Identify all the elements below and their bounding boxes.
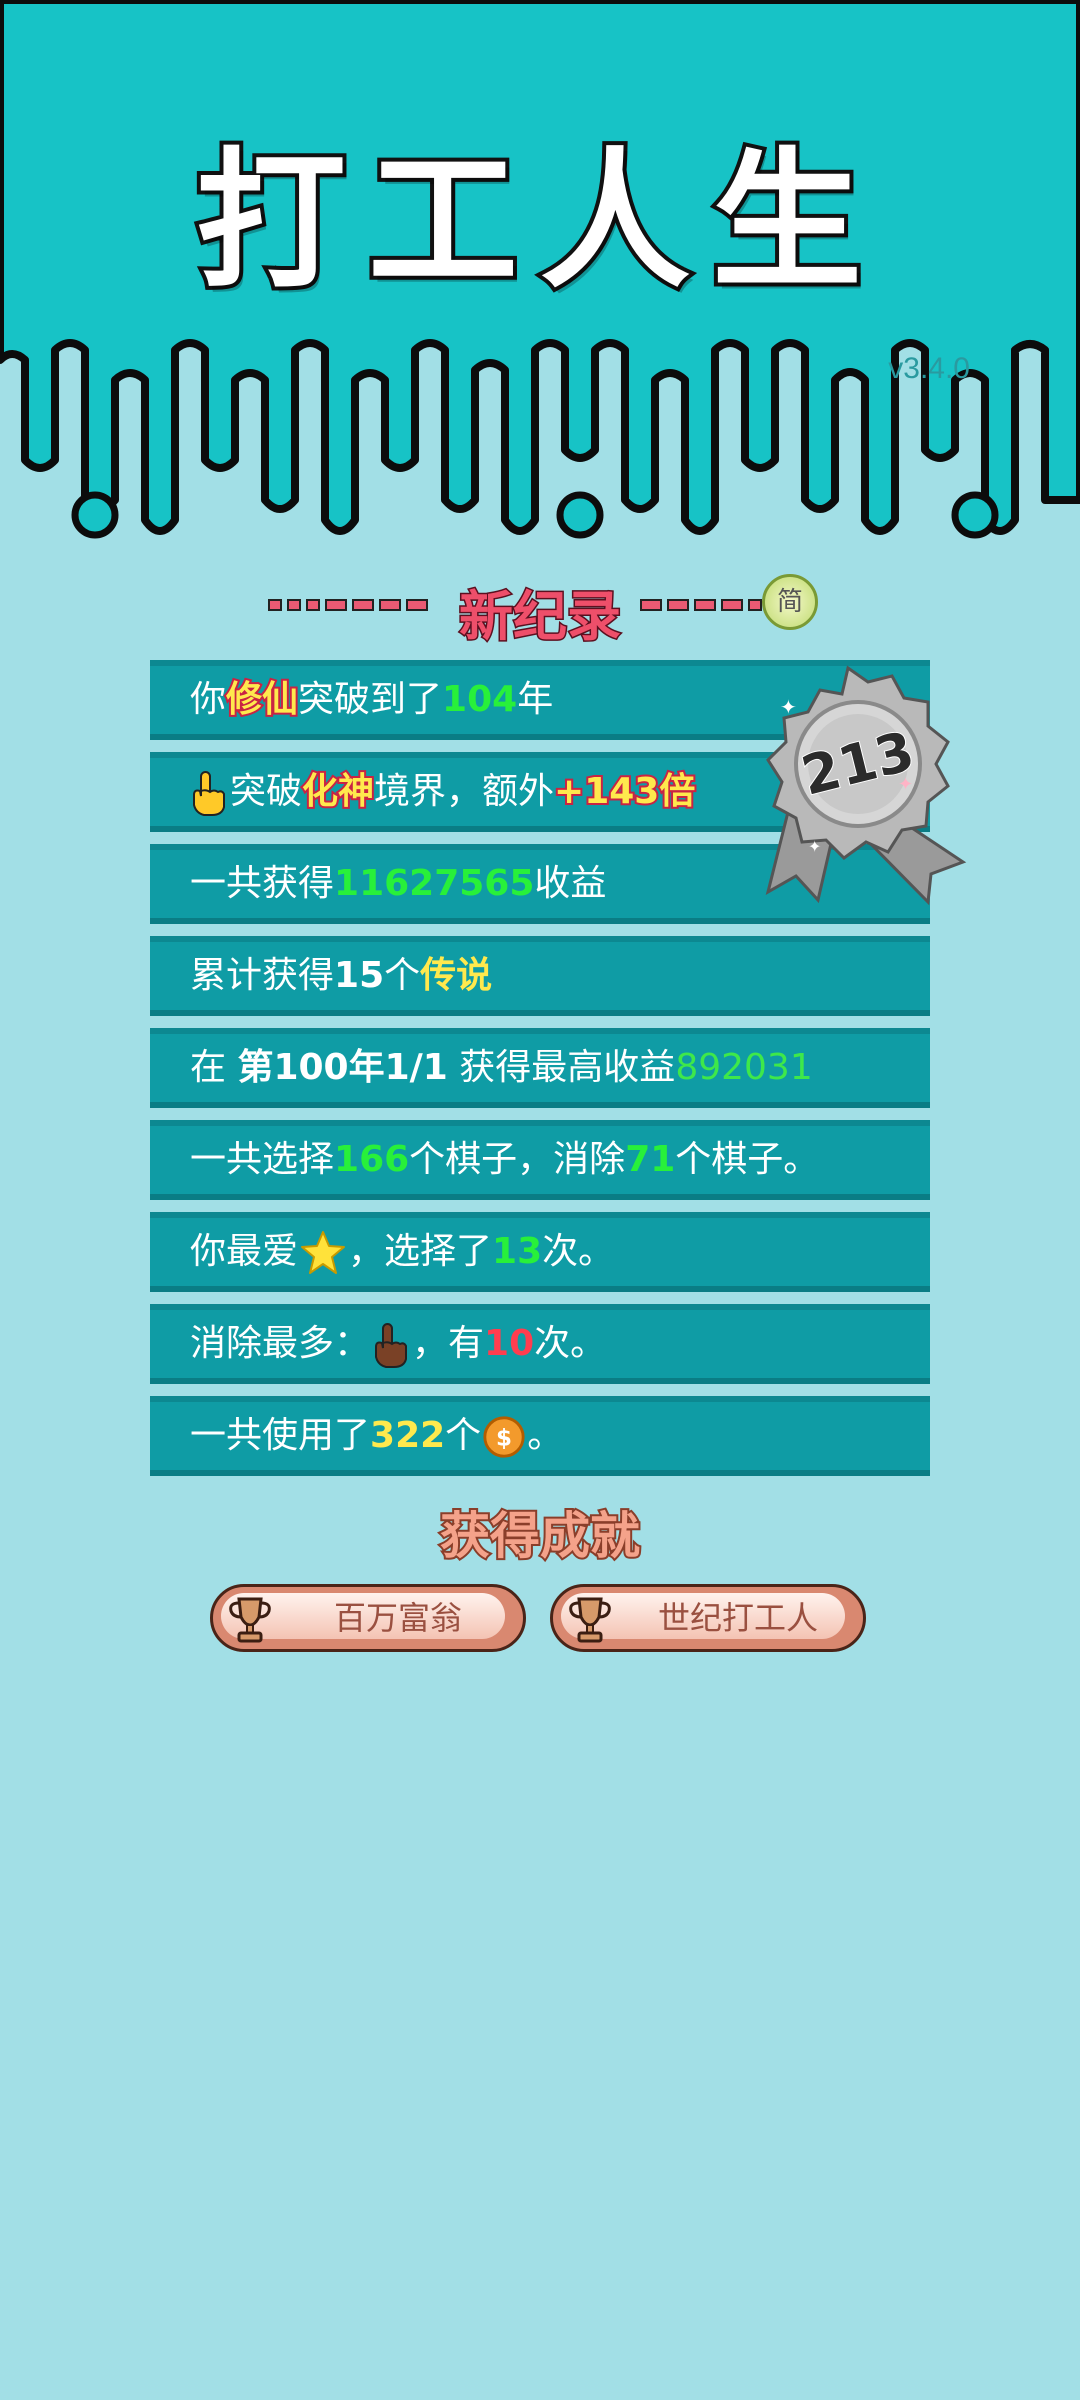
stat-row-pieces: 一共选择166个棋子，消除71个棋子。	[150, 1120, 930, 1200]
stat-text: 收益	[534, 863, 607, 904]
stat-row-favorite: 你最爱 ，选择了13次。	[150, 1212, 930, 1292]
stat-text: 个	[445, 1415, 482, 1456]
rank-rosette-badge: 213 ✦ ✦ ✦	[765, 665, 967, 906]
cultivation-tag: 修仙	[224, 677, 300, 722]
stat-text: ，有	[412, 1323, 485, 1364]
coins-used-value: 322	[370, 1415, 446, 1456]
pointing-hand-icon	[193, 771, 225, 816]
highest-income-value: 892031	[675, 1047, 813, 1088]
stat-text: 年	[517, 679, 554, 720]
selected-pieces-value: 166	[334, 1139, 410, 1180]
stat-text: 个棋子，消除	[409, 1139, 626, 1180]
stat-text: ，选择了	[348, 1231, 493, 1272]
date-value: 第100年1/1	[237, 1047, 448, 1088]
version-label: v3.4.0	[888, 352, 970, 385]
sparkle-icon: ✦	[780, 695, 797, 719]
stat-text: 一共选择	[190, 1139, 335, 1180]
stat-text: 突破到了	[298, 679, 443, 720]
right-dash-decoration	[640, 599, 767, 613]
stat-text: 消除最多：	[190, 1323, 371, 1364]
stat-text: 一共获得	[190, 863, 335, 904]
stat-text: 次。	[534, 1323, 607, 1364]
stat-text: 一共使用了	[190, 1415, 371, 1456]
stat-text: 你最爱	[190, 1231, 299, 1272]
star-icon	[301, 1231, 346, 1274]
achievement-century-worker[interactable]: 世纪打工人	[550, 1584, 866, 1652]
stat-row-most-eliminated: 消除最多： ，有10次。	[150, 1304, 930, 1384]
stat-text: 。	[527, 1415, 564, 1456]
simplified-chinese-toggle[interactable]: 简	[762, 574, 818, 630]
stat-text: 境界，额外	[374, 771, 555, 812]
stat-text: 获得最高收益	[447, 1047, 676, 1088]
stat-text: 在	[190, 1047, 238, 1088]
brown-pointing-hand-icon	[375, 1323, 408, 1368]
favorite-count-value: 13	[492, 1231, 543, 1272]
stat-text: 次。	[542, 1231, 615, 1272]
multiplier-value: +143倍	[552, 769, 697, 814]
total-income-value: 11627565	[334, 863, 535, 904]
stat-text: 个棋子。	[675, 1139, 820, 1180]
stat-row-highest-income: 在 第100年1/1 获得最高收益892031	[150, 1028, 930, 1108]
new-record-heading: 新纪录	[0, 572, 1080, 650]
stat-text: 个	[384, 955, 421, 996]
sparkle-icon: ✦	[808, 837, 821, 856]
header: 打工人生 v3.4.0	[0, 0, 1080, 560]
trophy-icon	[229, 1597, 271, 1643]
eliminated-count-value: 10	[484, 1323, 535, 1364]
legend-count-value: 15	[334, 955, 385, 996]
achievement-millionaire[interactable]: 百万富翁	[210, 1584, 526, 1652]
coin-icon: $	[483, 1416, 525, 1458]
achievement-label: 百万富翁	[333, 1599, 462, 1637]
achievements-title: 获得成就	[438, 1505, 642, 1567]
year-value: 104	[442, 679, 518, 720]
stat-text: 突破	[230, 771, 303, 812]
stat-text: 你	[190, 679, 227, 720]
stat-text: 累计获得	[190, 955, 335, 996]
realm-tag: 化神	[300, 769, 376, 814]
eliminated-pieces-value: 71	[625, 1139, 676, 1180]
achievement-label: 世纪打工人	[657, 1599, 818, 1637]
legend-label: 传说	[420, 955, 493, 996]
svg-text:$: $	[496, 1426, 512, 1452]
app-title: 打工人生	[192, 131, 884, 313]
stat-row-coins-used: 一共使用了322个 $ 。	[150, 1396, 930, 1476]
trophy-icon	[569, 1597, 611, 1643]
sparkle-icon: ✦	[898, 774, 913, 795]
new-record-title: 新纪录	[458, 584, 623, 650]
stat-row-legends: 累计获得15个传说	[150, 936, 930, 1016]
